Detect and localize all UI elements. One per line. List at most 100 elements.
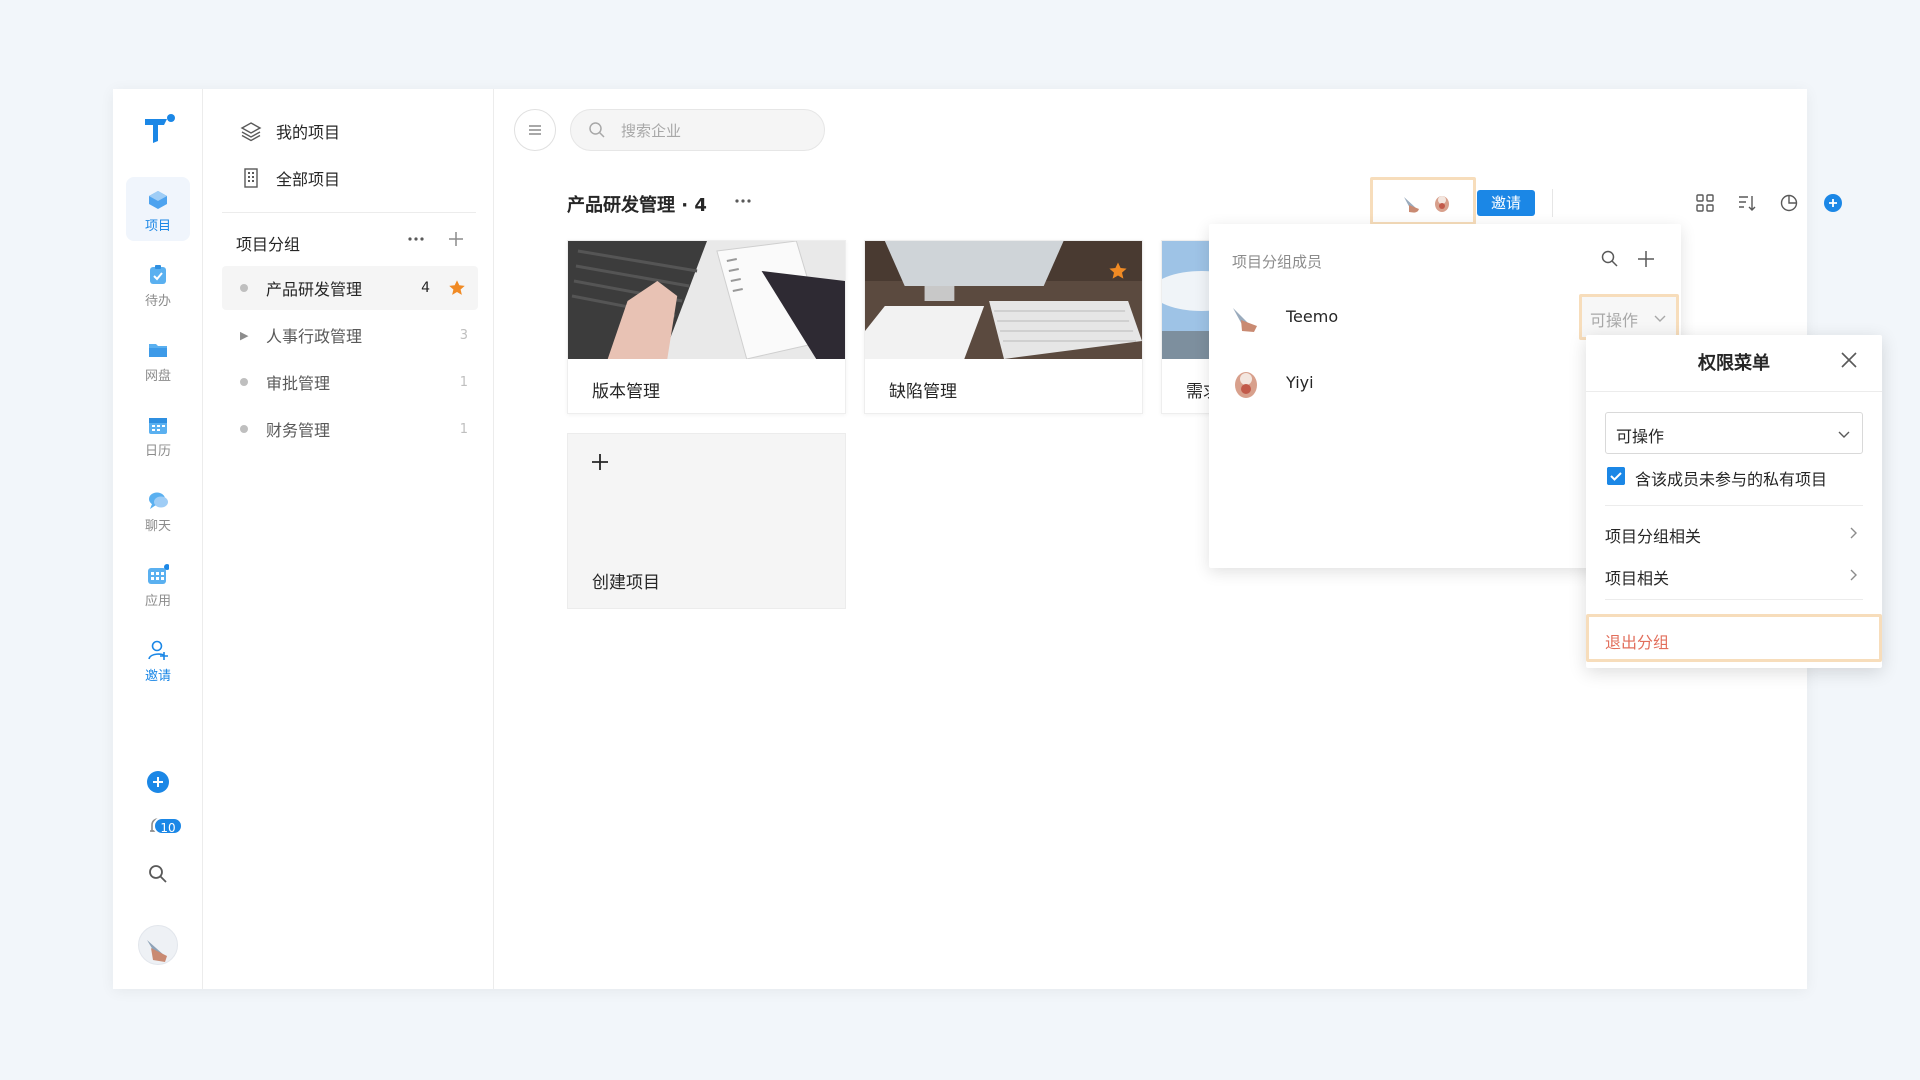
project-cover-image: [865, 241, 1142, 359]
more-icon[interactable]: [731, 189, 755, 213]
plus-icon: [592, 454, 608, 470]
nav-my-projects[interactable]: 我的项目: [240, 116, 340, 146]
layers-icon: [240, 122, 262, 142]
more-icon[interactable]: [404, 227, 428, 251]
menu-item-project-related[interactable]: 项目相关: [1605, 555, 1863, 595]
group-item-label: 产品研发管理: [266, 280, 363, 299]
project-icon: [149, 191, 167, 209]
project-card[interactable]: 版本管理: [567, 240, 846, 414]
create-project-label: 创建项目: [592, 573, 660, 593]
permission-value: 可操作: [1590, 311, 1639, 330]
rail-item-invite[interactable]: 邀请: [126, 627, 190, 691]
project-card[interactable]: 缺陷管理: [864, 240, 1143, 414]
bullet: [240, 378, 248, 386]
group-item-label: 人事行政管理: [266, 327, 363, 346]
menu-item-group-related[interactable]: 项目分组相关: [1605, 513, 1863, 553]
icon-rail: 项目 待办 网盘 日历 聊天 应用 邀请 10: [113, 89, 203, 989]
nav-my-projects-label: 我的项目: [276, 123, 341, 142]
group-item-approval[interactable]: 审批管理 1: [222, 360, 478, 404]
nav-all-projects-label: 全部项目: [276, 170, 341, 189]
member-name: Teemo: [1286, 307, 1339, 326]
group-item-count: 4: [421, 280, 430, 296]
chevron-down-icon: [1838, 431, 1850, 438]
rail-item-label: 应用: [144, 594, 171, 609]
rail-item-label: 网盘: [144, 369, 171, 384]
divider: [1605, 505, 1863, 506]
member-avatar-teemo-icon: [1404, 197, 1419, 213]
building-icon: [244, 168, 258, 188]
avatar-icon: [147, 940, 167, 962]
permission-select-value: 可操作: [1616, 427, 1665, 446]
rail-item-label: 待办: [144, 294, 171, 309]
grid-view-icon[interactable]: [1694, 192, 1716, 214]
menu-button[interactable]: [514, 109, 556, 151]
bullet: [240, 284, 248, 292]
search-placeholder: 搜索企业: [621, 121, 682, 140]
popover-title: 项目分组成员: [1232, 253, 1323, 271]
todo-icon: [150, 265, 166, 284]
hamburger-icon: [529, 125, 541, 135]
project-cover-image: [568, 241, 845, 359]
divider: [1552, 189, 1553, 217]
avatar-icon: [1229, 300, 1263, 334]
user-avatar[interactable]: [138, 925, 178, 965]
group-header: 项目分组: [236, 235, 301, 254]
project-card-title: 缺陷管理: [889, 382, 957, 402]
divider: [1605, 599, 1863, 600]
add-member-icon[interactable]: [1635, 248, 1657, 270]
invite-user-icon: [148, 640, 168, 660]
rail-item-label: 邀请: [144, 669, 171, 684]
search-icon[interactable]: [145, 861, 171, 887]
exit-group-button[interactable]: 退出分组: [1586, 614, 1882, 662]
private-projects-checkbox[interactable]: [1607, 467, 1625, 485]
rail-item-chat[interactable]: 聊天: [126, 477, 190, 541]
permission-select[interactable]: 可操作: [1605, 412, 1863, 454]
nav-all-projects[interactable]: 全部项目: [240, 163, 340, 193]
search-bar[interactable]: 搜索企业: [570, 109, 825, 151]
member-name: Yiyi: [1286, 373, 1314, 392]
group-item-count: 3: [459, 327, 468, 343]
permission-menu: 权限菜单 可操作 含该成员未参与的私有项目 项目分组相关 项目相关 退出分组: [1586, 335, 1882, 668]
star-icon[interactable]: [1108, 261, 1128, 281]
bullet: [240, 425, 248, 433]
group-item-product-rd[interactable]: 产品研发管理 4: [222, 266, 478, 310]
member-avatar-yiyi-icon: [1435, 196, 1449, 212]
close-icon[interactable]: [1838, 349, 1860, 371]
sort-icon[interactable]: [1736, 192, 1758, 214]
permission-dropdown[interactable]: 可操作: [1579, 294, 1679, 340]
search-icon[interactable]: [1599, 248, 1621, 270]
add-project-icon[interactable]: [1822, 192, 1844, 214]
main-area: 搜索企业 产品研发管理 · 4 邀请 版本管理 缺陷管理 需求 创建项目 项目分…: [495, 89, 1882, 989]
rail-item-todo[interactable]: 待办: [126, 252, 190, 316]
group-sidebar: 我的项目 全部项目 项目分组 产品研发管理 4 ▶ 人事行政管理 3 审批管理 …: [204, 89, 494, 989]
expand-caret-icon[interactable]: ▶: [240, 329, 248, 342]
project-card-title: 版本管理: [592, 382, 660, 402]
notification-badge: 10: [153, 817, 183, 835]
create-project-card[interactable]: 创建项目: [567, 433, 846, 609]
search-icon: [589, 122, 605, 138]
divider: [1586, 391, 1882, 392]
chevron-right-icon: [1850, 569, 1857, 581]
star-icon[interactable]: [448, 279, 466, 297]
add-group-icon[interactable]: [444, 227, 468, 251]
folder-icon: [149, 344, 167, 357]
calendar-icon: [149, 418, 167, 434]
chat-icon: [149, 492, 168, 509]
apps-icon: [148, 564, 169, 584]
avatar-icon: [1229, 366, 1263, 400]
app-logo-icon[interactable]: [141, 111, 177, 147]
group-item-finance[interactable]: 财务管理 1: [222, 407, 478, 451]
member-avatars[interactable]: [1370, 177, 1476, 225]
divider: [222, 212, 476, 213]
add-circle-icon[interactable]: [145, 769, 171, 795]
rail-item-calendar[interactable]: 日历: [126, 402, 190, 466]
group-item-hr-admin[interactable]: ▶ 人事行政管理 3: [222, 313, 478, 357]
invite-button[interactable]: 邀请: [1477, 190, 1535, 216]
pie-chart-icon[interactable]: [1778, 192, 1800, 214]
rail-item-drive[interactable]: 网盘: [126, 327, 190, 391]
exit-group-label: 退出分组: [1605, 633, 1670, 652]
rail-item-project[interactable]: 项目: [126, 177, 190, 241]
rail-item-apps[interactable]: 应用: [126, 552, 190, 616]
rail-item-label: 聊天: [144, 519, 171, 534]
checkbox-label: 含该成员未参与的私有项目: [1635, 470, 1828, 489]
